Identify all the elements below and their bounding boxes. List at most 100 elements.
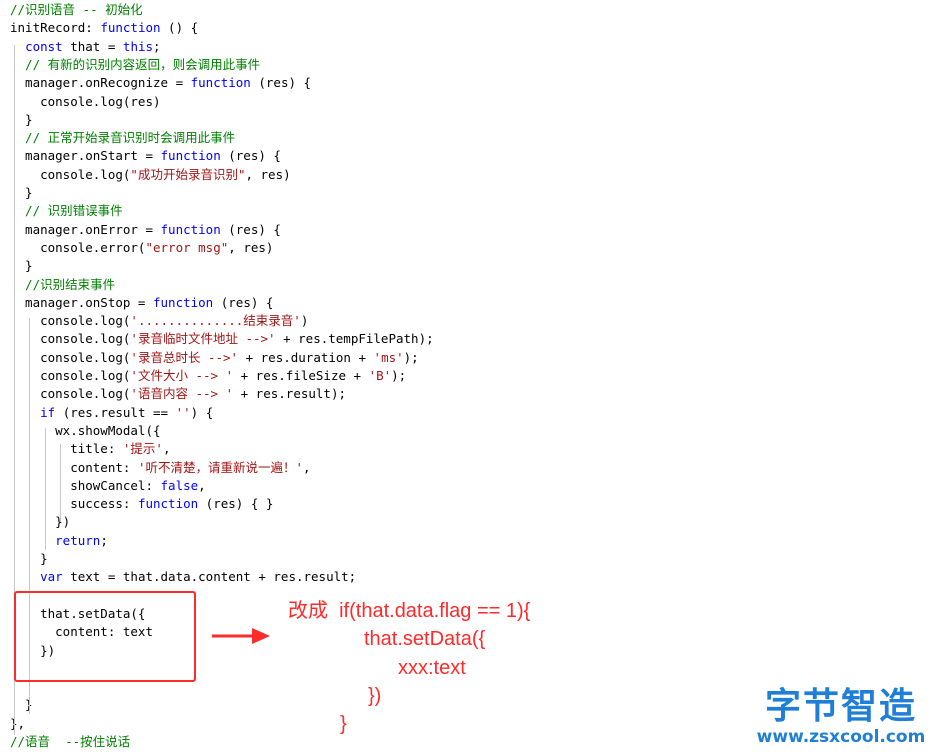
code-token: (res) { (213, 294, 274, 310)
code-token: ); (391, 368, 407, 383)
annotation-line-3: xxx:text (398, 657, 466, 679)
code-line: showCancel: false, (10, 477, 206, 495)
watermark-title: 字节智造 (764, 686, 917, 727)
arrow-right-icon (212, 628, 270, 644)
code-line: //识别结束事件 (10, 276, 115, 294)
code-token: console.log( (10, 166, 131, 182)
code-token: '提示' (122, 441, 163, 457)
code-line: manager.onStop = function (res) { (10, 294, 273, 312)
code-token: showCancel: (10, 477, 161, 493)
code-token: 'B' (368, 368, 392, 383)
code-token: }, (10, 715, 26, 731)
code-line: // 有新的识别内容返回，则会调用此事件 (10, 56, 260, 74)
code-line: wx.showModal({ (10, 422, 161, 440)
code-token: '录音临时文件地址 -->' (130, 331, 276, 347)
code-token: + res.duration + (238, 349, 374, 365)
code-token: function (190, 75, 251, 91)
code-token: title: (10, 441, 123, 457)
code-token: + res.fileSize + (233, 368, 369, 383)
code-line: console.log('语音内容 --> ' + res.result); (10, 385, 346, 403)
code-token: if (40, 404, 56, 420)
code-line: //语音 --按住说话 (10, 733, 130, 751)
code-line: console.log('..............结束录音') (10, 312, 308, 330)
code-line: console.log('录音总时长 -->' + res.duration +… (10, 349, 419, 367)
code-line: // 识别错误事件 (10, 202, 123, 220)
code-token: //语音 --按住说话 (10, 734, 131, 749)
code-token: + res.result); (233, 386, 346, 402)
code-line: }, (10, 715, 25, 733)
code-token: , res) (228, 239, 274, 255)
code-token: function (160, 148, 221, 164)
code-token: () { (160, 20, 199, 36)
code-token: function (153, 294, 214, 310)
code-token: (res) { (250, 75, 312, 91)
code-token: '文件大小 --> ' (130, 368, 234, 383)
code-token: console.log(res) (10, 93, 161, 109)
code-line: initRecord: function () { (10, 19, 198, 37)
code-token: wx.showModal({ (10, 422, 161, 438)
code-line: manager.onRecognize = function (res) { (10, 74, 311, 92)
code-token: that = (62, 38, 123, 54)
code-line: manager.onStart = function (res) { (10, 147, 281, 165)
code-token: this (122, 38, 154, 54)
code-token: ) { (190, 404, 214, 420)
watermark-url: www.zsxcool.com (756, 727, 926, 747)
annotation-line-4: }) (368, 685, 382, 707)
code-token: function (100, 20, 161, 36)
code-token: "error msg" (145, 239, 229, 255)
indent-guide-modal (60, 444, 61, 522)
code-token: }) (10, 514, 71, 530)
code-line: console.log('录音临时文件地址 -->' + res.tempFil… (10, 330, 434, 348)
code-token: //识别语音 -- 初始化 (10, 2, 143, 17)
code-token: manager.onError = (10, 221, 161, 237)
code-line: content: '听不清楚，请重新说一遍！', (10, 459, 311, 477)
code-token: var (40, 569, 63, 585)
code-token: manager.onRecognize = (10, 75, 191, 91)
code-token: '听不清楚，请重新说一遍！' (137, 459, 303, 475)
code-token: '..............结束录音' (130, 313, 301, 329)
annotation-line-1: 改成 if(that.data.flag == 1){ (288, 600, 531, 622)
code-token: false (160, 477, 199, 493)
code-token: // 正常开始录音识别时会调用此事件 (10, 130, 236, 146)
code-token: ; (100, 532, 108, 548)
annotation-line-2: that.setData({ (364, 628, 486, 650)
code-token: console.error( (10, 239, 146, 255)
code-line: manager.onError = function (res) { (10, 221, 281, 239)
code-token: initRecord: (10, 20, 101, 36)
code-token: , (162, 441, 171, 457)
annotation-line-5: } (340, 713, 347, 735)
code-token: // 识别错误事件 (10, 203, 123, 219)
code-line: // 正常开始录音识别时会调用此事件 (10, 129, 235, 147)
code-token: '录音总时长 -->' (130, 349, 239, 365)
code-token: manager.onStop = (10, 294, 153, 310)
code-token: ) (300, 313, 309, 329)
watermark-logo: 字节智造 www.zsxcool.com (741, 687, 941, 749)
code-token: ); (403, 349, 419, 365)
code-line: return; (10, 532, 108, 550)
code-token: 'ms' (373, 349, 404, 365)
code-line: console.log('文件大小 --> ' + res.fileSize +… (10, 367, 406, 385)
code-token: "成功开始录音识别" (130, 166, 246, 182)
code-token: function (137, 496, 199, 512)
code-token: const (25, 38, 63, 54)
highlight-box (14, 591, 196, 682)
indent-guide-if (45, 428, 46, 550)
code-token: , (303, 459, 311, 475)
code-token: (res) { (220, 148, 281, 164)
code-token: manager.onStart = (10, 148, 161, 164)
code-line: if (res.result == '') { (10, 404, 213, 422)
code-token: ; (153, 38, 161, 54)
code-token: function (160, 221, 221, 237)
code-line: const that = this; (10, 38, 161, 56)
code-line: title: '提示', (10, 440, 170, 458)
code-token: text = that.data.content + res.result; (62, 569, 357, 585)
code-token: , (198, 477, 206, 493)
code-line: console.error("error msg", res) (10, 239, 273, 257)
code-token: + res.tempFilePath); (275, 331, 434, 347)
code-line: success: function (res) { } (10, 495, 273, 513)
code-line: }) (10, 513, 70, 531)
code-line: //识别语音 -- 初始化 (10, 1, 143, 19)
code-token: //识别结束事件 (10, 276, 116, 292)
code-token: (res) { } (198, 496, 274, 512)
